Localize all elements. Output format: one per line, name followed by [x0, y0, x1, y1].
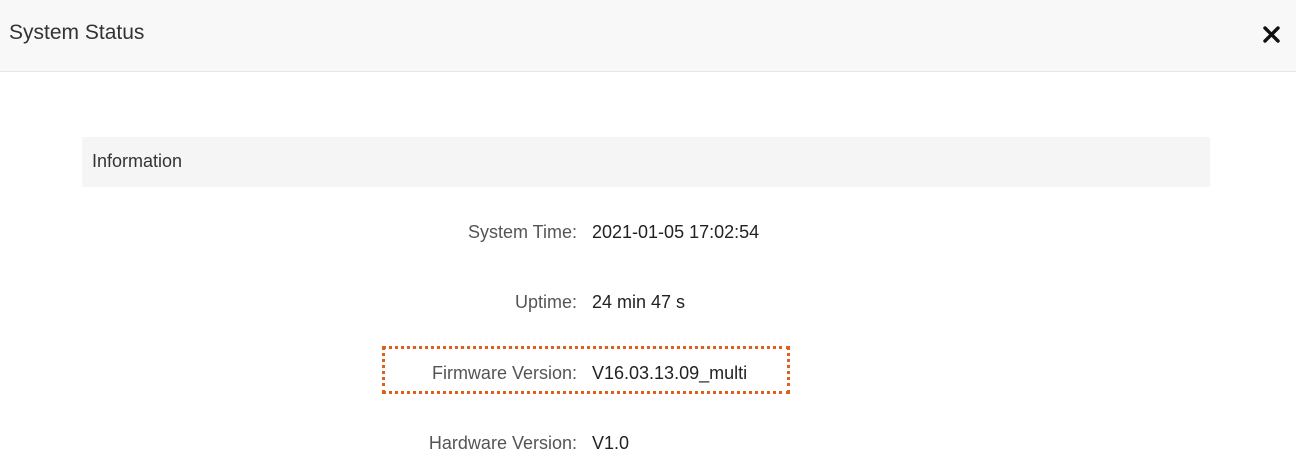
firmware-version-value: V16.03.13.09_multi [592, 363, 748, 383]
uptime-value: 24 min 47 s [592, 292, 686, 312]
hardware-version-label: Hardware Version: [428, 433, 577, 453]
dialog-header: System Status [0, 0, 1296, 72]
info-row-firmware-version: Firmware Version: V16.03.13.09_multi [0, 361, 1296, 385]
firmware-version-label: Firmware Version: [431, 363, 577, 383]
section-title: Information [92, 151, 183, 171]
close-icon [1263, 26, 1280, 43]
close-button[interactable] [1256, 18, 1288, 50]
info-row-uptime: Uptime: 24 min 47 s [0, 290, 1296, 314]
info-row-system-time: System Time: 2021-01-05 17:02:54 [0, 220, 1296, 244]
dialog-title: System Status [9, 21, 145, 44]
uptime-label: Uptime: [514, 292, 577, 312]
system-time-value: 2021-01-05 17:02:54 [592, 222, 760, 242]
system-time-label: System Time: [467, 222, 577, 242]
information-section-header: Information [82, 137, 1210, 187]
system-status-dialog: System Status Information System Time: 2… [0, 0, 1296, 466]
info-row-hardware-version: Hardware Version: V1.0 [0, 431, 1296, 455]
hardware-version-value: V1.0 [592, 433, 630, 453]
